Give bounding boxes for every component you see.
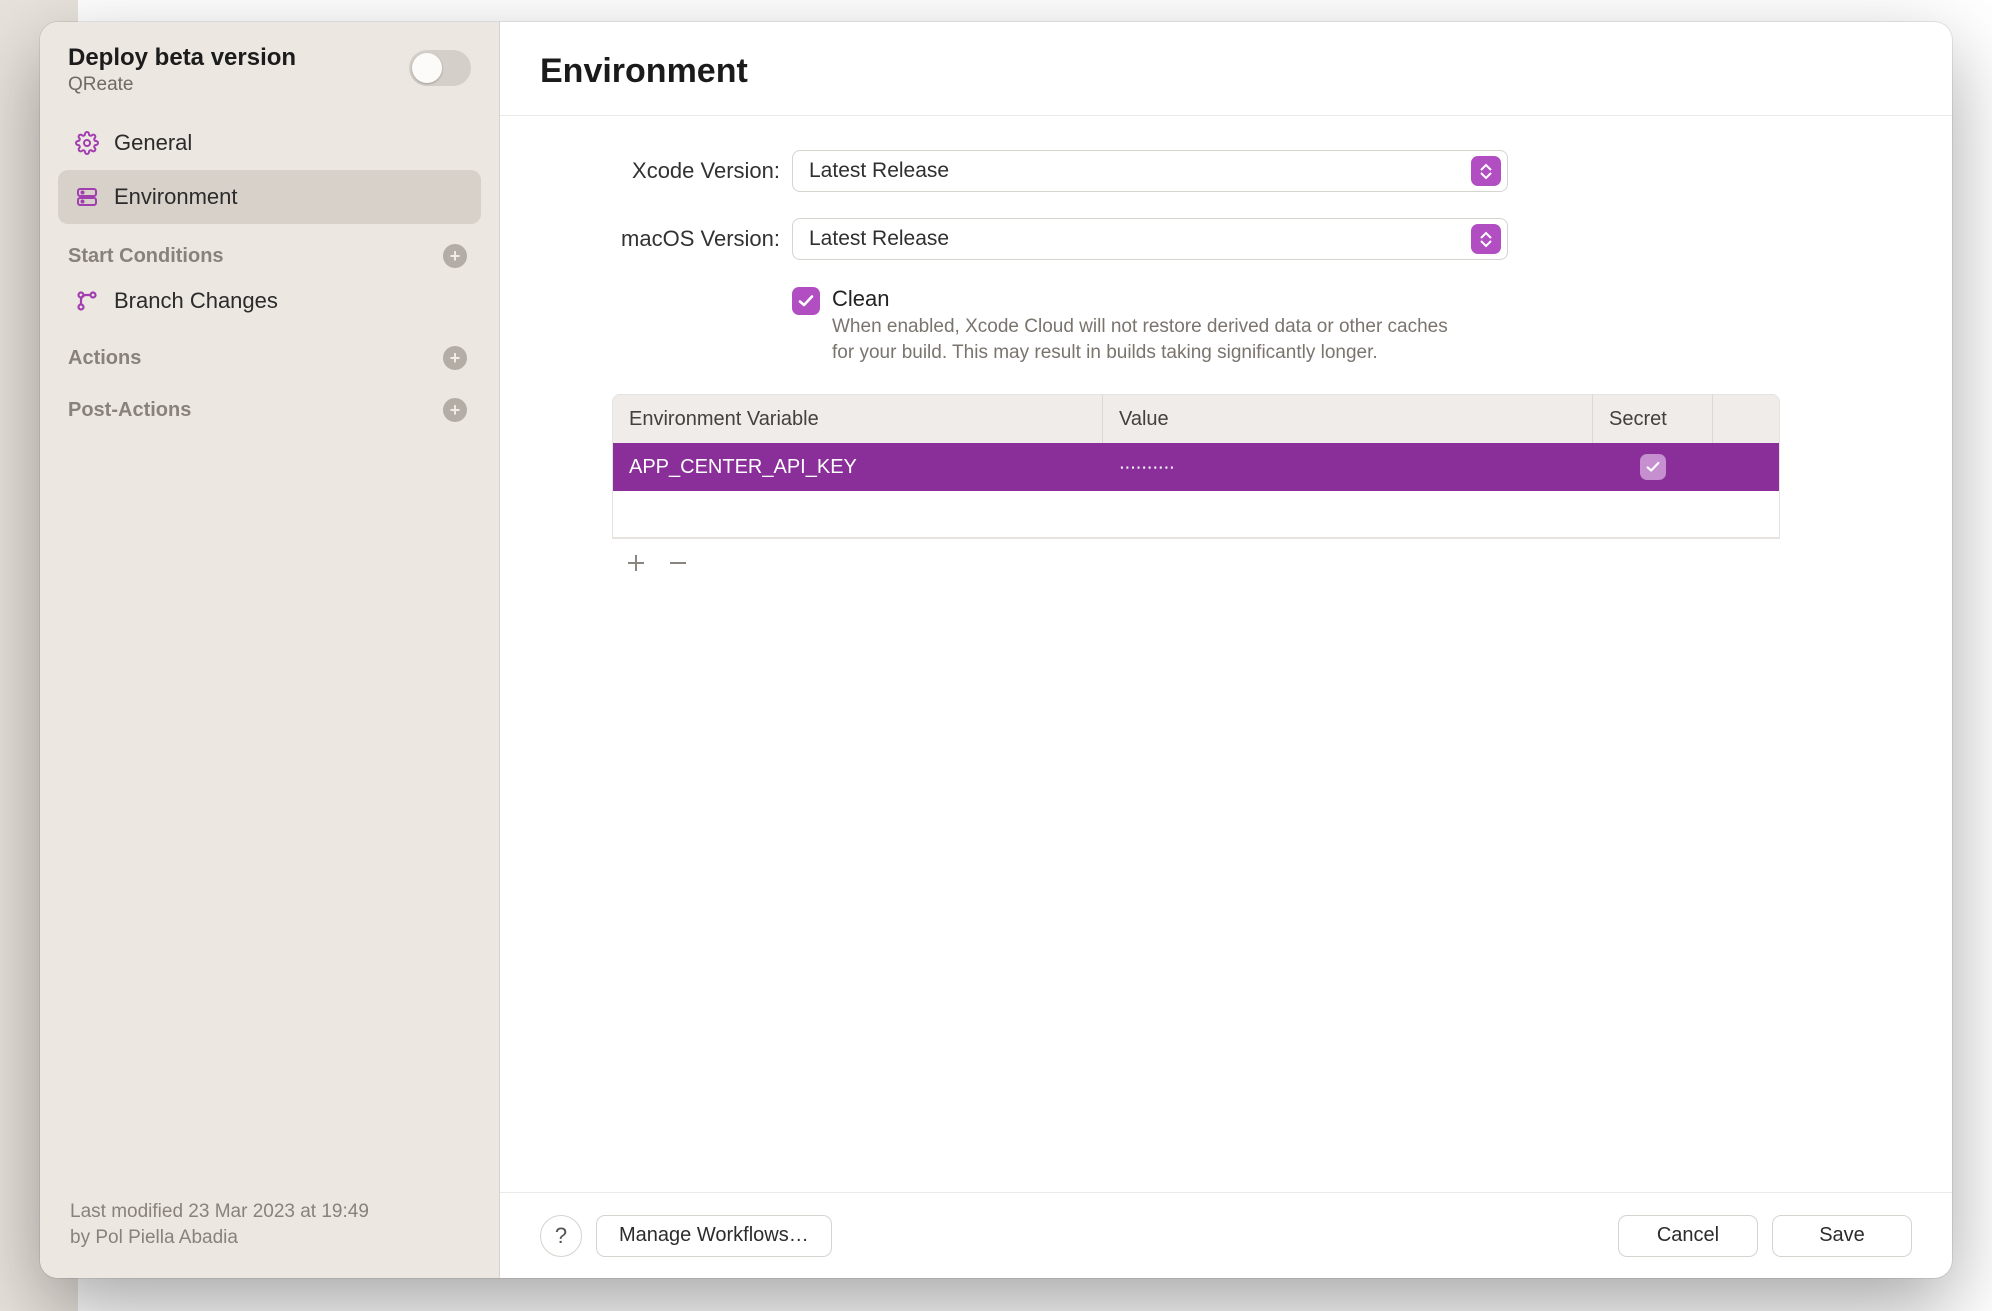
workflow-editor-modal: Deploy beta version QReate General Envir… xyxy=(40,22,1952,1278)
sidebar-item-general[interactable]: General xyxy=(58,116,481,170)
sidebar-item-label: General xyxy=(114,130,192,156)
remove-env-var-button[interactable] xyxy=(664,549,692,577)
env-var-value: ∙∙∙∙∙∙∙∙∙∙ xyxy=(1103,443,1593,491)
add-env-var-button[interactable] xyxy=(622,549,650,577)
sidebar: Deploy beta version QReate General Envir… xyxy=(40,22,500,1278)
clean-description: When enabled, Xcode Cloud will not resto… xyxy=(832,314,1472,366)
macos-version-value: Latest Release xyxy=(809,227,949,251)
xcode-version-select[interactable]: Latest Release xyxy=(792,150,1508,192)
last-modified: Last modified 23 Mar 2023 at 19:49 by Po… xyxy=(40,1199,499,1278)
add-action-button[interactable]: + xyxy=(443,346,467,370)
manage-workflows-button[interactable]: Manage Workflows… xyxy=(596,1215,832,1257)
page-title: Environment xyxy=(540,52,1912,91)
stepper-icon xyxy=(1471,156,1501,186)
col-secret[interactable]: Secret xyxy=(1593,395,1713,443)
sidebar-item-label: Environment xyxy=(114,184,238,210)
sidebar-item-label: Branch Changes xyxy=(114,288,278,314)
workflow-enabled-toggle[interactable] xyxy=(409,50,471,86)
clean-label: Clean xyxy=(832,286,1472,312)
secret-checkbox[interactable] xyxy=(1640,454,1666,480)
xcode-version-value: Latest Release xyxy=(809,159,949,183)
main-panel: Environment Xcode Version: Latest Releas… xyxy=(500,22,1952,1278)
macos-version-select[interactable]: Latest Release xyxy=(792,218,1508,260)
clean-checkbox[interactable] xyxy=(792,287,820,315)
xcode-version-label: Xcode Version: xyxy=(540,158,780,184)
env-vars-table: Environment Variable Value Secret APP_CE… xyxy=(612,394,1780,538)
sidebar-item-branch-changes[interactable]: Branch Changes xyxy=(58,276,481,326)
save-button[interactable]: Save xyxy=(1772,1215,1912,1257)
add-post-action-button[interactable]: + xyxy=(443,398,467,422)
env-var-name: APP_CENTER_API_KEY xyxy=(613,443,1103,491)
add-start-condition-button[interactable]: + xyxy=(443,244,467,268)
macos-version-label: macOS Version: xyxy=(540,226,780,252)
table-row[interactable]: APP_CENTER_API_KEY ∙∙∙∙∙∙∙∙∙∙ xyxy=(613,443,1779,491)
help-button[interactable]: ? xyxy=(540,1215,582,1257)
sidebar-item-environment[interactable]: Environment xyxy=(58,170,481,224)
branch-icon xyxy=(74,289,100,313)
workflow-title: Deploy beta version xyxy=(68,44,296,72)
server-icon xyxy=(74,185,100,209)
section-start-conditions: Start Conditions xyxy=(68,245,224,268)
col-value[interactable]: Value xyxy=(1103,395,1593,443)
gear-icon xyxy=(74,131,100,155)
stepper-icon xyxy=(1471,224,1501,254)
section-actions: Actions xyxy=(68,347,141,370)
section-post-actions: Post-Actions xyxy=(68,399,191,422)
col-variable[interactable]: Environment Variable xyxy=(613,395,1103,443)
workflow-subtitle: QReate xyxy=(68,74,296,96)
cancel-button[interactable]: Cancel xyxy=(1618,1215,1758,1257)
